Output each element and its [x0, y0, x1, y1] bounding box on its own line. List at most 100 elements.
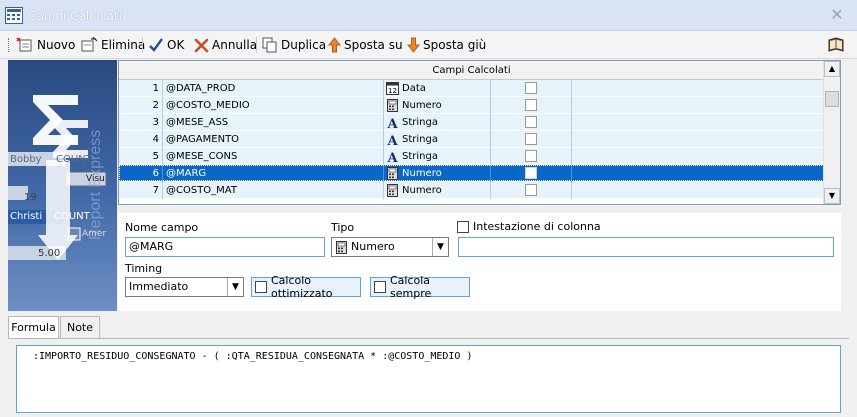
svg-text:12: 12 [388, 87, 397, 95]
field-type-cell[interactable]: A Stringa [385, 114, 491, 131]
nome-campo-input[interactable]: @MARG [125, 237, 325, 257]
elimina-label: Elimina [101, 38, 146, 52]
intestazione-input[interactable] [458, 237, 834, 257]
calcolo-ottimizzato-toggle[interactable]: Calcolo ottimizzato [251, 274, 361, 300]
nuovo-button[interactable]: Nuovo [16, 36, 75, 54]
field-flag-cell[interactable] [492, 80, 572, 97]
chevron-down-icon[interactable]: ▼ [432, 238, 448, 256]
svg-text:A: A [386, 117, 398, 129]
toolbar-grip[interactable] [8, 38, 11, 52]
row-number: 3 [119, 114, 163, 131]
letter-a-icon: A [386, 133, 399, 146]
duplica-button[interactable]: Duplica [262, 36, 326, 54]
calculated-fields-grid[interactable]: Campi Calcolati 1 @DATA_PROD 12 Data 2 @COSTO… [118, 60, 841, 205]
sigma-illustration: Report Express [8, 60, 117, 311]
intestazione-checkbox-row[interactable]: Intestazione di colonna [457, 220, 601, 233]
field-name-cell[interactable]: @COSTO_MAT [164, 182, 384, 199]
scroll-down-icon[interactable]: ▼ [824, 188, 840, 204]
row-filler [573, 131, 824, 148]
row-checkbox[interactable] [525, 133, 537, 145]
deco-name-4: COUNT [54, 211, 90, 222]
table-row[interactable]: 4 @PAGAMENTO A Stringa [119, 131, 824, 148]
book-icon[interactable] [827, 37, 845, 53]
calcola-sempre-checkbox[interactable] [374, 281, 386, 293]
field-name-cell[interactable]: @COSTO_MEDIO [164, 97, 384, 114]
grid-scrollbar[interactable]: ▲ ▼ [823, 61, 840, 204]
decorative-banner: Report Express Bobby COUNT Visu 19 Chris… [8, 60, 117, 311]
sposta-giu-label: Sposta giù [423, 38, 487, 52]
field-type-cell[interactable]: A Stringa [385, 148, 491, 165]
timing-select[interactable]: Immediato ▼ [125, 277, 244, 297]
calcola-sempre-toggle[interactable]: Calcola sempre [370, 274, 470, 300]
row-checkbox[interactable] [525, 82, 537, 94]
intestazione-label: Intestazione di colonna [473, 220, 601, 233]
ok-label: OK [167, 38, 185, 52]
svg-text:Report Express: Report Express [87, 130, 104, 240]
table-row[interactable]: 2 @COSTO_MEDIO Numero [119, 97, 824, 114]
field-name-cell[interactable]: @MESE_CONS [164, 148, 384, 165]
calculator-icon [386, 184, 399, 197]
calcolo-ottimizzato-label: Calcolo ottimizzato [271, 274, 333, 300]
row-filler [573, 80, 824, 97]
field-type-cell[interactable]: 12 Data [385, 80, 491, 97]
field-flag-cell[interactable] [492, 148, 572, 165]
scroll-up-icon[interactable]: ▲ [824, 61, 840, 77]
row-checkbox[interactable] [525, 150, 537, 162]
grid-header[interactable]: Campi Calcolati [119, 61, 824, 80]
row-number: 5 [119, 148, 163, 165]
field-type-label: Numero [402, 185, 442, 196]
table-row[interactable]: 7 @COSTO_MAT Numero [119, 182, 824, 199]
table-row[interactable]: 5 @MESE_CONS A Stringa [119, 148, 824, 165]
window-title: Campi Calcolati [28, 9, 122, 23]
calcolo-ottimizzato-checkbox[interactable] [255, 281, 267, 293]
field-name-cell[interactable]: @DATA_PROD [164, 80, 384, 97]
field-flag-cell[interactable] [492, 131, 572, 148]
field-name-cell[interactable]: @MESE_ASS [164, 114, 384, 131]
tab-note[interactable]: Note [60, 316, 100, 338]
field-flag-cell[interactable] [492, 114, 572, 131]
deco-name-1: Bobby [10, 154, 42, 165]
tipo-label: Tipo [331, 221, 355, 234]
tab-divider [8, 338, 849, 339]
tab-strip: Formula Note [8, 316, 849, 339]
calculator-icon [386, 99, 399, 112]
deco-name-3: Christi [10, 211, 43, 222]
annulla-label: Annulla [212, 38, 258, 52]
scrollbar-thumb[interactable] [825, 91, 839, 107]
sposta-giu-button[interactable]: Sposta giù [407, 36, 486, 54]
field-type-cell[interactable]: Numero [385, 182, 491, 199]
intestazione-checkbox[interactable] [457, 220, 469, 233]
annulla-button[interactable]: Annulla [194, 36, 257, 54]
field-type-cell[interactable]: Numero [385, 97, 491, 114]
table-row[interactable]: 6 @MARG Numero [119, 165, 824, 182]
deco-value-2: 5.00 [38, 248, 61, 259]
ok-button[interactable]: OK [148, 36, 184, 54]
field-flag-cell[interactable] [492, 182, 572, 199]
nome-campo-label: Nome campo [125, 221, 199, 234]
row-checkbox[interactable] [525, 184, 537, 196]
close-icon[interactable]: ✕ [827, 5, 847, 25]
row-number: 2 [119, 97, 163, 114]
cancel-x-icon [194, 38, 209, 52]
tipo-select[interactable]: Numero ▼ [331, 237, 449, 257]
elimina-button[interactable]: Elimina [80, 36, 145, 54]
tab-formula[interactable]: Formula [8, 316, 59, 339]
delete-record-icon [81, 37, 98, 52]
table-row[interactable]: 3 @MESE_ASS A Stringa [119, 114, 824, 131]
row-checkbox[interactable] [525, 99, 537, 111]
timing-label: Timing [125, 262, 163, 275]
svg-text:A: A [386, 134, 398, 146]
row-checkbox[interactable] [525, 116, 537, 128]
toolbar-separator [256, 37, 257, 53]
arrow-up-icon [328, 37, 341, 53]
field-type-cell[interactable]: A Stringa [385, 131, 491, 148]
formula-editor[interactable]: :IMPORTO_RESIDUO_CONSEGNATO - ( :QTA_RES… [16, 345, 841, 413]
arrow-down-icon [407, 37, 420, 53]
letter-a-icon: A [386, 116, 399, 129]
field-type-label: Stringa [402, 134, 438, 145]
chevron-down-icon[interactable]: ▼ [227, 278, 243, 296]
table-row[interactable]: 1 @DATA_PROD 12 Data [119, 80, 824, 97]
sposta-su-button[interactable]: Sposta su [328, 36, 403, 54]
field-name-cell[interactable]: @PAGAMENTO [164, 131, 384, 148]
field-flag-cell[interactable] [492, 97, 572, 114]
